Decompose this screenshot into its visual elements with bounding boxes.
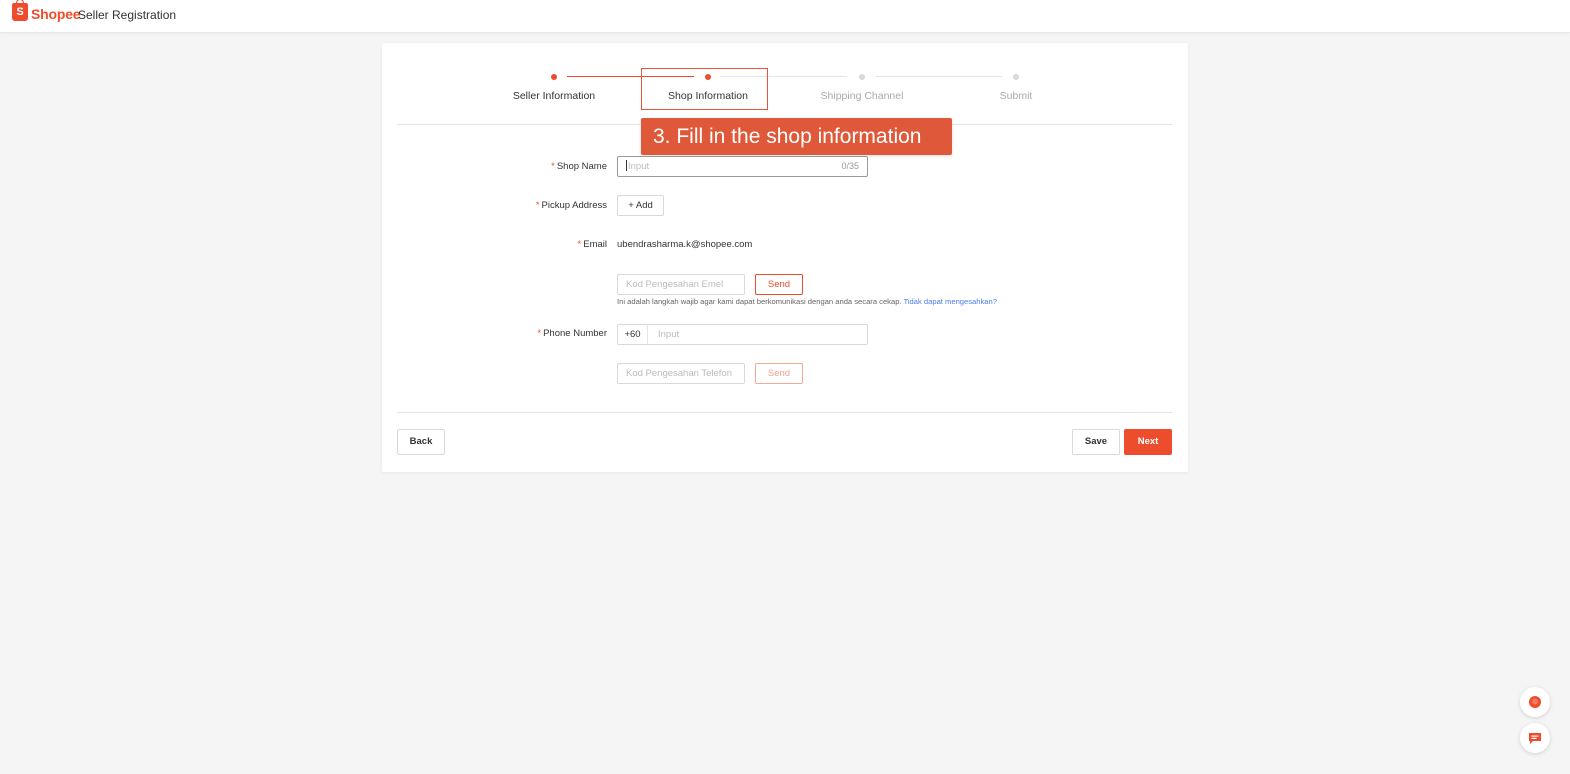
phone-code-placeholder: Kod Pengesahan Telefon xyxy=(626,368,732,379)
email-label-text: Email xyxy=(583,239,607,250)
phone-number-label-text: Phone Number xyxy=(543,328,607,339)
step-dot-submit xyxy=(1013,74,1019,80)
shop-name-counter: 0/35 xyxy=(841,161,859,171)
required-mark: * xyxy=(577,239,582,250)
step-dot-seller-information xyxy=(551,74,557,80)
phone-number-label: * Phone Number xyxy=(487,328,607,339)
email-label: * Email xyxy=(487,239,607,250)
chat-bubble-icon xyxy=(1529,696,1541,708)
step-label-shipping-channel: Shipping Channel xyxy=(820,90,904,102)
email-hint: Ini adalah langkah wajib agar kami dapat… xyxy=(617,297,997,306)
email-send-button[interactable]: Send xyxy=(755,274,803,295)
page-title: Seller Registration xyxy=(78,8,177,22)
save-button[interactable]: Save xyxy=(1072,429,1120,455)
message-button[interactable] xyxy=(1520,723,1550,753)
top-bar: S Shopee Seller Registration xyxy=(0,0,1570,33)
pickup-address-label: * Pickup Address xyxy=(487,200,607,211)
shopee-logo-icon[interactable]: S xyxy=(12,0,28,21)
phone-number-field[interactable]: +60 Input xyxy=(617,324,868,345)
chat-bubble-button[interactable] xyxy=(1520,687,1550,717)
shop-name-label-text: Shop Name xyxy=(556,161,607,172)
shop-name-input[interactable]: Input 0/35 xyxy=(617,156,868,177)
shop-name-placeholder: Input xyxy=(628,161,650,172)
step-label-seller-information: Seller Information xyxy=(512,90,596,102)
active-step-highlight xyxy=(641,68,768,110)
cannot-verify-link[interactable]: Tidak dapat mengesahkan? xyxy=(904,297,997,306)
email-hint-text: Ini adalah langkah wajib agar kami dapat… xyxy=(617,297,902,306)
email-code-input[interactable]: Kod Pengesahan Emel xyxy=(617,274,745,295)
shopee-logo-text[interactable]: Shopee xyxy=(31,6,81,22)
shop-name-label: * Shop Name xyxy=(487,161,607,172)
required-mark: * xyxy=(535,200,540,211)
footer-divider xyxy=(397,412,1172,413)
country-code-prefix[interactable]: +60 xyxy=(618,325,648,344)
step-connector xyxy=(876,76,1002,77)
add-pickup-address-button[interactable]: + Add xyxy=(617,195,664,216)
required-mark: * xyxy=(551,161,555,172)
phone-send-button[interactable]: Send xyxy=(755,363,803,384)
email-code-placeholder: Kod Pengesahan Emel xyxy=(626,279,724,290)
step-dot-shipping-channel xyxy=(859,74,865,80)
tutorial-callout: 3. Fill in the shop information xyxy=(641,118,952,155)
step-label-submit: Submit xyxy=(999,90,1033,102)
message-icon xyxy=(1529,733,1541,744)
next-button[interactable]: Next xyxy=(1124,429,1172,455)
registration-card xyxy=(382,43,1188,472)
required-mark: * xyxy=(537,328,542,339)
pickup-address-label-text: Pickup Address xyxy=(541,200,607,211)
email-value: ubendrasharma.k@shopee.com xyxy=(617,239,753,250)
phone-code-input[interactable]: Kod Pengesahan Telefon xyxy=(617,363,745,384)
text-caret xyxy=(626,160,627,171)
back-button[interactable]: Back xyxy=(397,429,445,455)
phone-number-input[interactable]: Input xyxy=(658,325,679,344)
